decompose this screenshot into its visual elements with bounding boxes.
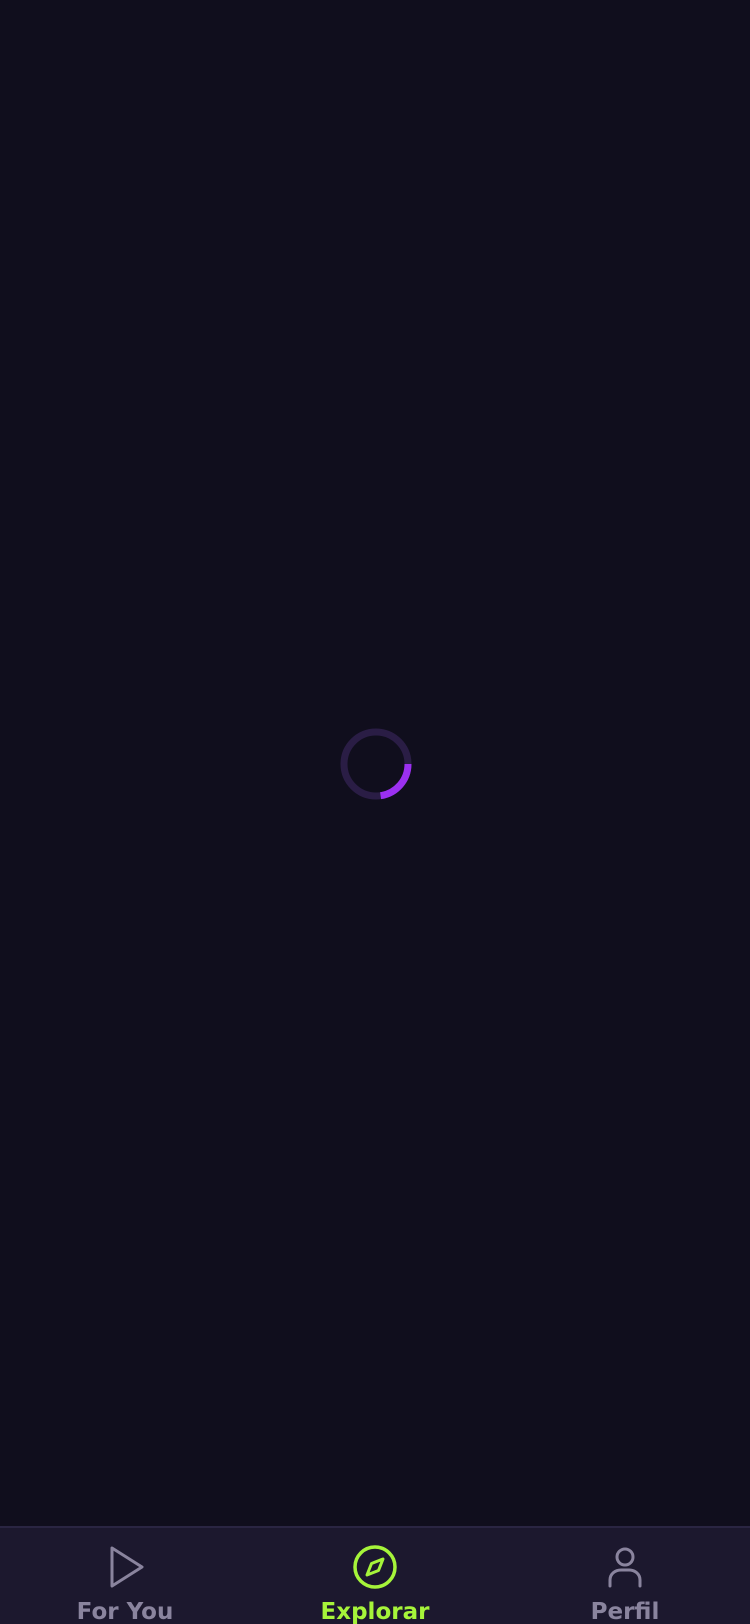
tab-explorar-label: Explorar	[320, 1599, 430, 1624]
tab-explorar[interactable]: Explorar	[250, 1528, 500, 1624]
bottom-tab-bar: For You Explorar Perfil	[0, 1526, 750, 1624]
play-icon	[110, 1546, 144, 1588]
user-icon	[608, 1547, 642, 1588]
tab-for-you[interactable]: For You	[0, 1528, 250, 1624]
spinner-arc	[379, 763, 412, 800]
tab-perfil-label: Perfil	[590, 1599, 660, 1624]
loading-spinner	[340, 728, 412, 800]
tab-for-you-label: For You	[76, 1599, 174, 1624]
compass-icon	[353, 1545, 397, 1589]
tab-perfil[interactable]: Perfil	[500, 1528, 750, 1624]
app-screen: For You Explorar Perfil	[0, 0, 750, 1624]
explore-content	[0, 0, 750, 1526]
